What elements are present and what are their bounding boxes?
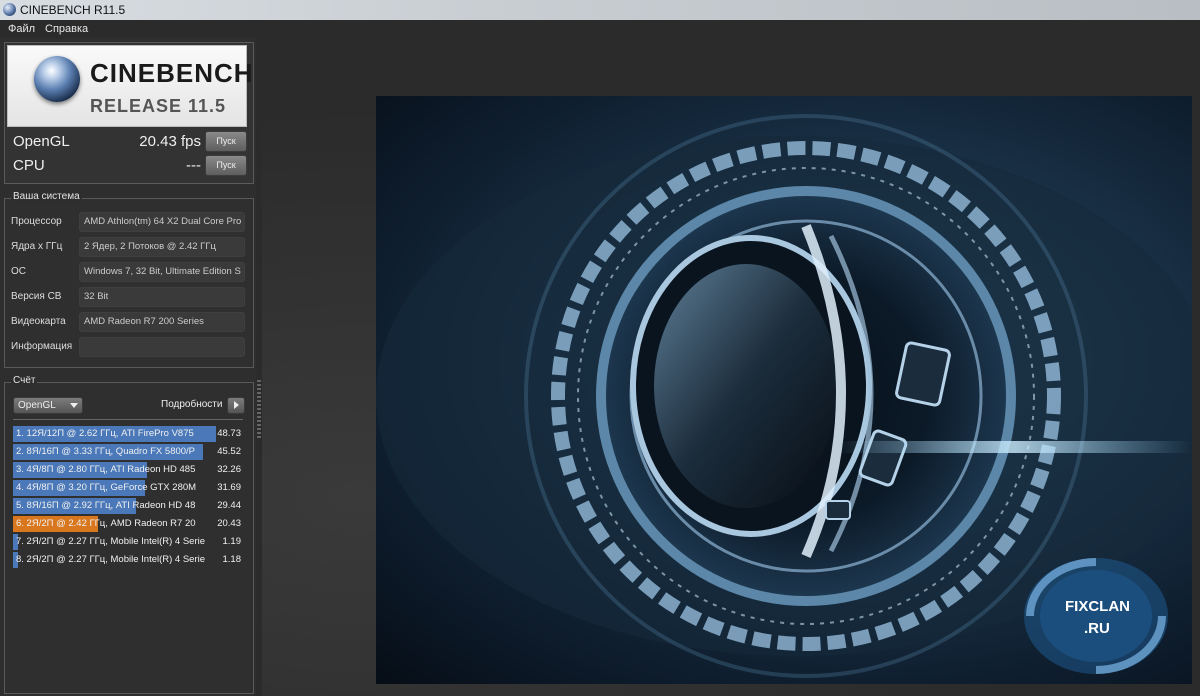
opengl-row: OpenGL 20.43 fps Пуск xyxy=(13,131,249,153)
ranking-item-label: 2. 8Я/16П @ 3.33 ГГц, Quadro FX 5800/P xyxy=(16,446,196,457)
opengl-label: OpenGL xyxy=(13,133,70,150)
system-row: Информация xyxy=(9,336,247,358)
gpu-field[interactable]: AMD Radeon R7 200 Series xyxy=(79,312,245,332)
ranking-item-score: 29.44 xyxy=(217,500,241,511)
ranking-mode-select[interactable]: OpenGL xyxy=(13,397,83,414)
ranking-item[interactable]: 2. 8Я/16П @ 3.33 ГГц, Quadro FX 5800/P 45… xyxy=(13,443,243,461)
ranking-item[interactable]: 7. 2Я/2П @ 2.27 ГГц, Mobile Intel(R) 4 S… xyxy=(13,533,243,551)
watermark-text-line2: .RU xyxy=(1084,620,1110,637)
system-row-label: Версия CB xyxy=(11,291,62,302)
system-row-label: Ядра x ГГц xyxy=(11,241,63,252)
logo-banner: CINEBENCH RELEASE 11.5 xyxy=(7,45,253,127)
ranking-item[interactable]: 1. 12Я/12П @ 2.62 ГГц, ATI FirePro V875 4… xyxy=(13,425,243,443)
ranking-item[interactable]: 5. 8Я/16П @ 2.92 ГГц, ATI Radeon HD 48 29… xyxy=(13,497,243,515)
ranking-group-title: Счёт xyxy=(11,375,38,386)
logo-title: CINEBENCH xyxy=(90,58,254,88)
ranking-item-label: 6. 2Я/2П @ 2.42 ГГц, AMD Radeon R7 20 xyxy=(16,518,196,529)
ranking-item[interactable]: 3. 4Я/8П @ 2.80 ГГц, ATI Radeon HD 485 32… xyxy=(13,461,243,479)
system-row: ОС Windows 7, 32 Bit, Ultimate Edition S xyxy=(9,261,247,283)
cores-field[interactable]: 2 Ядер, 2 Потоков @ 2.42 ГГц xyxy=(79,237,245,257)
ranking-item-score: 31.69 xyxy=(217,482,241,493)
cpu-run-button[interactable]: Пуск xyxy=(205,155,247,176)
ranking-item[interactable]: 4. 4Я/8П @ 3.20 ГГц, GeForce GTX 280M 31.… xyxy=(13,479,243,497)
ranking-item-score: 45.52 xyxy=(217,446,241,457)
ranking-group: Счёт OpenGL Подробности 1. 12Я/12П @ 2.6… xyxy=(4,375,254,694)
ranking-item-score: 1.18 xyxy=(222,554,242,565)
system-row: Версия CB 32 Bit xyxy=(9,286,247,308)
ranking-mode-value: OpenGL xyxy=(18,400,56,411)
chevron-right-icon xyxy=(234,401,239,409)
opengl-score: 20.43 fps xyxy=(139,133,201,150)
opengl-run-button[interactable]: Пуск xyxy=(205,131,247,152)
logo-subtitle: RELEASE 11.5 xyxy=(90,96,227,116)
info-field[interactable] xyxy=(79,337,245,357)
system-row-label: Видеокарта xyxy=(11,316,66,327)
window-title-bar[interactable]: CINEBENCH R11.5 xyxy=(0,0,1200,21)
system-row: Процессор AMD Athlon(tm) 64 X2 Dual Core… xyxy=(9,211,247,233)
ranking-item-score: 32.26 xyxy=(217,464,241,475)
system-row-label: Информация xyxy=(11,341,73,352)
details-button[interactable] xyxy=(227,397,245,414)
cpu-label: CPU xyxy=(13,157,45,174)
ranking-divider xyxy=(13,419,243,420)
left-panel: CINEBENCH RELEASE 11.5 OpenGL 20.43 fps … xyxy=(0,38,256,696)
cpu-row: CPU --- Пуск xyxy=(13,155,249,177)
ranking-list: 1. 12Я/12П @ 2.62 ГГц, ATI FirePro V875 4… xyxy=(13,425,243,569)
os-field[interactable]: Windows 7, 32 Bit, Ultimate Edition S xyxy=(79,262,245,282)
ranking-item-label: 8. 2Я/2П @ 2.27 ГГц, Mobile Intel(R) 4 S… xyxy=(16,554,206,565)
cb-version-field[interactable]: 32 Bit xyxy=(79,287,245,307)
system-info-group: Ваша система Процессор AMD Athlon(tm) 64… xyxy=(4,191,254,368)
chevron-down-icon xyxy=(70,403,78,408)
ranking-item-score: 1.19 xyxy=(222,536,242,547)
processor-field[interactable]: AMD Athlon(tm) 64 X2 Dual Core Pro xyxy=(79,212,245,232)
benchmark-box: CINEBENCH RELEASE 11.5 OpenGL 20.43 fps … xyxy=(4,42,254,184)
menu-help[interactable]: Справка xyxy=(45,23,88,35)
ranking-item-score: 20.43 xyxy=(217,518,241,529)
fixclan-watermark-logo xyxy=(1024,558,1168,674)
ranking-item-label: 5. 8Я/16П @ 2.92 ГГц, ATI Radeon HD 48 xyxy=(16,500,196,511)
system-row: Ядра x ГГц 2 Ядер, 2 Потоков @ 2.42 ГГц xyxy=(9,236,247,258)
ranking-item-score: 48.73 xyxy=(217,428,241,439)
window-title: CINEBENCH R11.5 xyxy=(20,3,126,17)
system-row-label: ОС xyxy=(11,266,26,277)
ranking-item-label: 1. 12Я/12П @ 2.62 ГГц, ATI FirePro V875 xyxy=(16,428,194,439)
app-icon xyxy=(3,3,16,16)
menu-bar: Файл Справка xyxy=(0,20,1200,38)
details-label: Подробности xyxy=(161,399,223,410)
watermark-text-line1: FIXCLAN xyxy=(1065,598,1130,615)
ranking-item-label: 4. 4Я/8П @ 3.20 ГГц, GeForce GTX 280M xyxy=(16,482,197,493)
menu-file[interactable]: Файл xyxy=(8,23,35,35)
ranking-item[interactable]: 8. 2Я/2П @ 2.27 ГГц, Mobile Intel(R) 4 S… xyxy=(13,551,243,569)
system-row-label: Процессор xyxy=(11,216,62,227)
cinebench-logo-icon xyxy=(34,56,80,102)
cpu-score: --- xyxy=(186,157,201,174)
panel-splitter-handle[interactable] xyxy=(257,380,261,440)
ranking-item-label: 7. 2Я/2П @ 2.27 ГГц, Mobile Intel(R) 4 S… xyxy=(16,536,206,547)
system-group-title: Ваша система xyxy=(11,191,82,202)
ranking-item[interactable]: 6. 2Я/2П @ 2.42 ГГц, AMD Radeon R7 20 20.… xyxy=(13,515,243,533)
system-row: Видеокарта AMD Radeon R7 200 Series xyxy=(9,311,247,333)
ranking-item-label: 3. 4Я/8П @ 2.80 ГГц, ATI Radeon HD 485 xyxy=(16,464,196,475)
